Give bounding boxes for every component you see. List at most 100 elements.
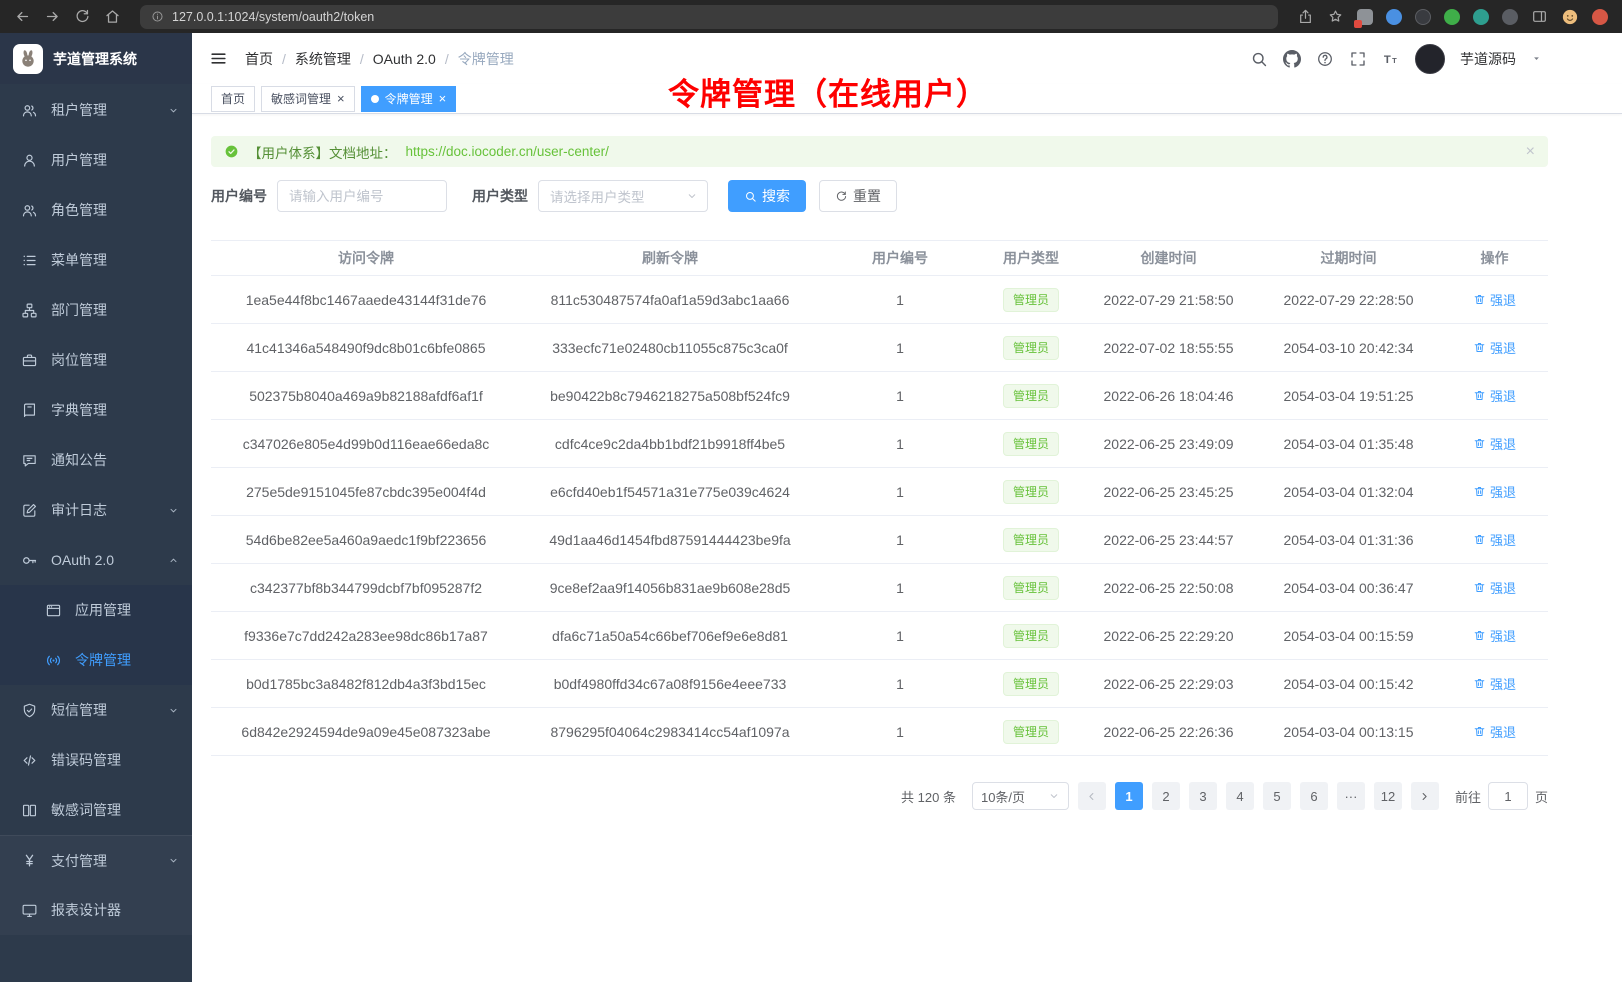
search-icon: [744, 190, 757, 203]
action-cell: 强退: [1441, 324, 1548, 372]
browser-avatar[interactable]: [1592, 9, 1608, 25]
force-logout-button[interactable]: 强退: [1473, 530, 1516, 549]
pagination-page-6[interactable]: 6: [1300, 782, 1328, 810]
tab-token[interactable]: 令牌管理×: [361, 86, 457, 112]
sidebar-item-sms[interactable]: 短信管理: [0, 685, 192, 735]
sidebar-item-user[interactable]: 用户管理: [0, 135, 192, 185]
breadcrumb-oauth2[interactable]: OAuth 2.0: [373, 51, 436, 67]
tab-home[interactable]: 首页: [211, 86, 255, 112]
pagination-page-12[interactable]: 12: [1374, 782, 1402, 810]
fullscreen-icon[interactable]: [1349, 50, 1367, 68]
force-logout-button[interactable]: 强退: [1473, 674, 1516, 693]
sidebar-item-tenant[interactable]: 租户管理: [0, 85, 192, 135]
forward-icon[interactable]: [44, 8, 61, 25]
user-type-badge: 管理员: [1003, 576, 1059, 600]
search-button[interactable]: 搜索: [728, 180, 806, 212]
sidebar-item-error-code[interactable]: 错误码管理: [0, 735, 192, 785]
chevron-down-icon: [168, 505, 179, 516]
list-icon: [21, 252, 38, 269]
back-icon[interactable]: [14, 8, 31, 25]
side-panel-icon[interactable]: [1531, 8, 1548, 25]
goto-page-input[interactable]: [1488, 782, 1528, 810]
sidebar-item-audit-log[interactable]: 审计日志: [0, 485, 192, 535]
close-icon[interactable]: ×: [337, 92, 345, 105]
user-name[interactable]: 芋道源码: [1460, 49, 1516, 69]
sidebar-item-menu[interactable]: 菜单管理: [0, 235, 192, 285]
user-type-badge: 管理员: [1003, 432, 1059, 456]
pagination-page-5[interactable]: 5: [1263, 782, 1291, 810]
search-icon[interactable]: [1250, 50, 1268, 68]
user-type-badge: 管理员: [1003, 528, 1059, 552]
github-icon[interactable]: [1283, 50, 1301, 68]
breadcrumb-system[interactable]: 系统管理: [295, 49, 351, 69]
sidebar-item-post[interactable]: 岗位管理: [0, 335, 192, 385]
share-icon[interactable]: [1297, 8, 1314, 25]
pagination-page-3[interactable]: 3: [1189, 782, 1217, 810]
font-size-icon[interactable]: [1382, 50, 1400, 68]
pagination-page-1[interactable]: 1: [1115, 782, 1143, 810]
extension-icon-2[interactable]: [1386, 9, 1402, 25]
user-type-select[interactable]: 请选择用户类型: [538, 180, 708, 212]
extension-icon-1[interactable]: [1357, 9, 1373, 25]
sidebar-item-oauth2-app[interactable]: 应用管理: [0, 585, 192, 635]
extension-icon-4[interactable]: [1444, 9, 1460, 25]
pagination-more[interactable]: ···: [1337, 782, 1365, 810]
action-cell: 强退: [1441, 516, 1548, 564]
force-logout-button[interactable]: 强退: [1473, 578, 1516, 597]
force-logout-button[interactable]: 强退: [1473, 338, 1516, 357]
pagination-prev-button[interactable]: [1078, 782, 1106, 810]
action-cell: 强退: [1441, 708, 1548, 756]
force-logout-button[interactable]: 强退: [1473, 290, 1516, 309]
page-size-select[interactable]: 10条/页: [972, 782, 1069, 810]
force-logout-button[interactable]: 强退: [1473, 626, 1516, 645]
sidebar: 芋道管理系统 租户管理 用户管理 角色管理 菜单管理 部门管理 岗位管理 字典管…: [0, 33, 192, 982]
site-info-icon[interactable]: [151, 10, 164, 23]
caret-down-icon[interactable]: [1531, 53, 1542, 64]
close-icon[interactable]: ×: [439, 92, 447, 105]
sidebar-item-role[interactable]: 角色管理: [0, 185, 192, 235]
pagination-next-button[interactable]: [1411, 782, 1439, 810]
sidebar-item-label: 用户管理: [51, 150, 179, 170]
home-icon[interactable]: [104, 8, 121, 25]
extension-icon-6[interactable]: [1502, 9, 1518, 25]
profile-smiley-icon[interactable]: [1561, 8, 1579, 26]
sidebar-item-oauth2[interactable]: OAuth 2.0: [0, 535, 192, 585]
sidebar-item-dict[interactable]: 字典管理: [0, 385, 192, 435]
delete-icon: [1473, 677, 1486, 690]
sidebar-item-pay[interactable]: 支付管理: [0, 835, 192, 885]
url-bar[interactable]: 127.0.0.1:1024/system/oauth2/token: [140, 5, 1278, 29]
token-table: 访问令牌 刷新令牌 用户编号 用户类型 创建时间 过期时间 操作 1ea5e44…: [211, 240, 1548, 756]
extension-icon-3[interactable]: [1415, 9, 1431, 25]
help-icon[interactable]: [1316, 50, 1334, 68]
goto-unit: 页: [1535, 787, 1548, 806]
sidebar-item-sensitive-word[interactable]: 敏感词管理: [0, 785, 192, 835]
force-logout-button[interactable]: 强退: [1473, 482, 1516, 501]
sidebar-item-oauth2-token[interactable]: 令牌管理: [0, 635, 192, 685]
extension-icon-5[interactable]: [1473, 9, 1489, 25]
reset-button[interactable]: 重置: [819, 180, 897, 212]
pagination-page-4[interactable]: 4: [1226, 782, 1254, 810]
user-avatar[interactable]: [1415, 44, 1445, 74]
pagination-page-2[interactable]: 2: [1152, 782, 1180, 810]
tab-sensitive-word[interactable]: 敏感词管理×: [261, 86, 355, 112]
force-logout-button[interactable]: 强退: [1473, 386, 1516, 405]
sidebar-item-report-designer[interactable]: 报表设计器: [0, 885, 192, 935]
user-id-input[interactable]: [277, 180, 447, 212]
alert-close-icon[interactable]: ×: [1526, 144, 1535, 160]
refresh-token-cell: e6cfd40eb1f54571a31e775e039c4624: [521, 468, 819, 516]
reload-icon[interactable]: [74, 8, 91, 25]
sidebar-item-dept[interactable]: 部门管理: [0, 285, 192, 335]
hamburger-icon[interactable]: [209, 49, 228, 68]
reset-button-label: 重置: [853, 186, 881, 206]
user-type-badge: 管理员: [1003, 288, 1059, 312]
doc-link[interactable]: https://doc.iocoder.cn/user-center/: [406, 144, 609, 159]
bookmark-star-icon[interactable]: [1327, 8, 1344, 25]
user-type-badge: 管理员: [1003, 336, 1059, 360]
breadcrumb-home[interactable]: 首页: [245, 49, 273, 69]
sidebar-item-notice[interactable]: 通知公告: [0, 435, 192, 485]
col-user-type: 用户类型: [981, 241, 1081, 276]
app-logo[interactable]: 芋道管理系统: [0, 33, 192, 84]
force-logout-button[interactable]: 强退: [1473, 434, 1516, 453]
force-logout-button[interactable]: 强退: [1473, 722, 1516, 741]
table-row: 502375b8040a469a9b82188afdf6af1f be90422…: [211, 372, 1548, 420]
